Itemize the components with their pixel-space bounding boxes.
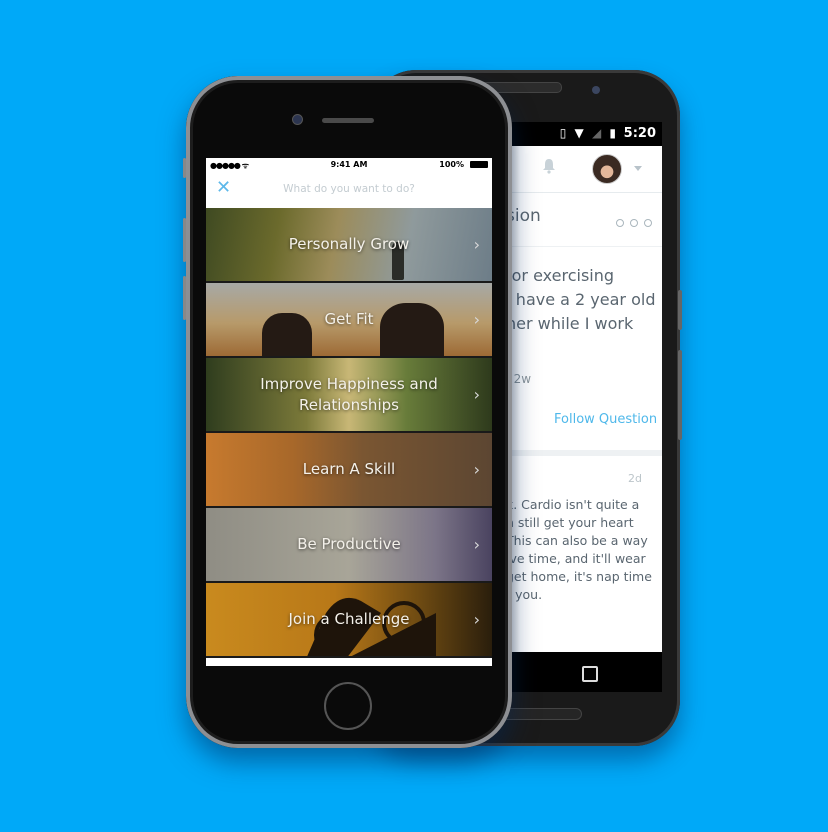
menu-item-join-challenge[interactable]: Join a Challenge › <box>206 583 492 658</box>
section-divider <box>506 450 662 456</box>
android-screen: ▯ ▼ ◢ ▮ 5:20 sion for exercising I have … <box>506 122 662 652</box>
iphone: ●●●●● ᯤ 9:41 AM 100% ✕ What do you want … <box>183 76 512 748</box>
menu-item-label: Improve Happiness and Relationships <box>260 374 438 414</box>
menu-item-label: Get Fit <box>324 310 374 328</box>
iphone-speaker <box>322 118 374 123</box>
menu-item-label: Join a Challenge <box>288 610 410 628</box>
answer-line: r you. <box>506 587 543 602</box>
menu-item-learn-skill[interactable]: Learn A Skill › <box>206 433 492 508</box>
volume-down-button <box>183 276 186 320</box>
menu-item-be-productive[interactable]: Be Productive › <box>206 508 492 583</box>
android-status-icons: ▯ ▼ ◢ ▮ <box>560 126 618 140</box>
question-body: for exercising I have a 2 year old her w… <box>506 264 662 336</box>
chevron-right-icon: › <box>473 534 480 554</box>
volume-up-button <box>183 218 186 262</box>
question-line: for exercising <box>506 266 615 285</box>
search-header: ✕ What do you want to do? <box>206 172 492 208</box>
more-dots-icon[interactable] <box>616 212 658 231</box>
chevron-right-icon: › <box>473 609 480 629</box>
question-line: her while I work <box>506 314 634 333</box>
signal-icon: ◢ <box>591 126 604 140</box>
android-volume-button <box>678 290 682 330</box>
android-camera <box>592 86 600 94</box>
answer-line: n still get your heart <box>506 515 634 530</box>
battery-percent: 100% <box>439 160 464 169</box>
question-line: I have a 2 year old <box>506 290 656 309</box>
mute-switch <box>183 158 186 178</box>
wifi-icon: ▼ <box>574 126 586 140</box>
search-prompt[interactable]: What do you want to do? <box>206 183 492 195</box>
goal-menu: Personally Grow › Get Fit › Improve Happ… <box>206 208 492 658</box>
chevron-right-icon: › <box>473 459 480 479</box>
answer-line: get home, it's nap time <box>506 569 652 584</box>
answer-line: This can also be a way <box>506 533 648 548</box>
android-status-bar: ▯ ▼ ◢ ▮ 5:20 <box>506 122 662 146</box>
divider <box>506 246 662 247</box>
menu-item-personally-grow[interactable]: Personally Grow › <box>206 208 492 283</box>
ios-status-bar: ●●●●● ᯤ 9:41 AM 100% <box>206 158 492 172</box>
answer-line: k. Cardio isn't quite a <box>506 497 640 512</box>
chevron-right-icon: › <box>473 384 480 404</box>
iphone-screen: ●●●●● ᯤ 9:41 AM 100% ✕ What do you want … <box>206 158 492 666</box>
menu-item-label: Learn A Skill <box>302 460 396 478</box>
vibrate-icon: ▯ <box>559 126 569 140</box>
android-clock: 5:20 <box>623 126 656 141</box>
menu-item-improve-happiness[interactable]: Improve Happiness and Relationships › <box>206 358 492 433</box>
answer-timestamp: 2d <box>628 472 642 485</box>
menu-item-get-fit[interactable]: Get Fit › <box>206 283 492 358</box>
android-app-header <box>506 146 662 193</box>
android-power-button <box>678 350 682 440</box>
avatar[interactable] <box>592 154 622 184</box>
chevron-right-icon: › <box>473 309 480 329</box>
bell-icon[interactable] <box>542 158 556 174</box>
answer-line: ive time, and it'll wear <box>506 551 646 566</box>
battery-charging-icon: ▮ <box>609 126 618 140</box>
menu-item-label: Be Productive <box>297 535 401 553</box>
follow-question-button[interactable]: Follow Question <box>554 412 657 427</box>
home-button[interactable] <box>324 682 372 730</box>
android-nav-bar <box>506 652 662 692</box>
iphone-camera <box>292 114 303 125</box>
caret-down-icon[interactable] <box>634 166 642 171</box>
chevron-right-icon: › <box>473 234 480 254</box>
menu-item-label: Personally Grow <box>288 235 410 253</box>
answer-body: k. Cardio isn't quite a n still get your… <box>506 496 662 604</box>
recent-apps-icon[interactable] <box>582 666 598 682</box>
battery-icon <box>470 161 488 168</box>
